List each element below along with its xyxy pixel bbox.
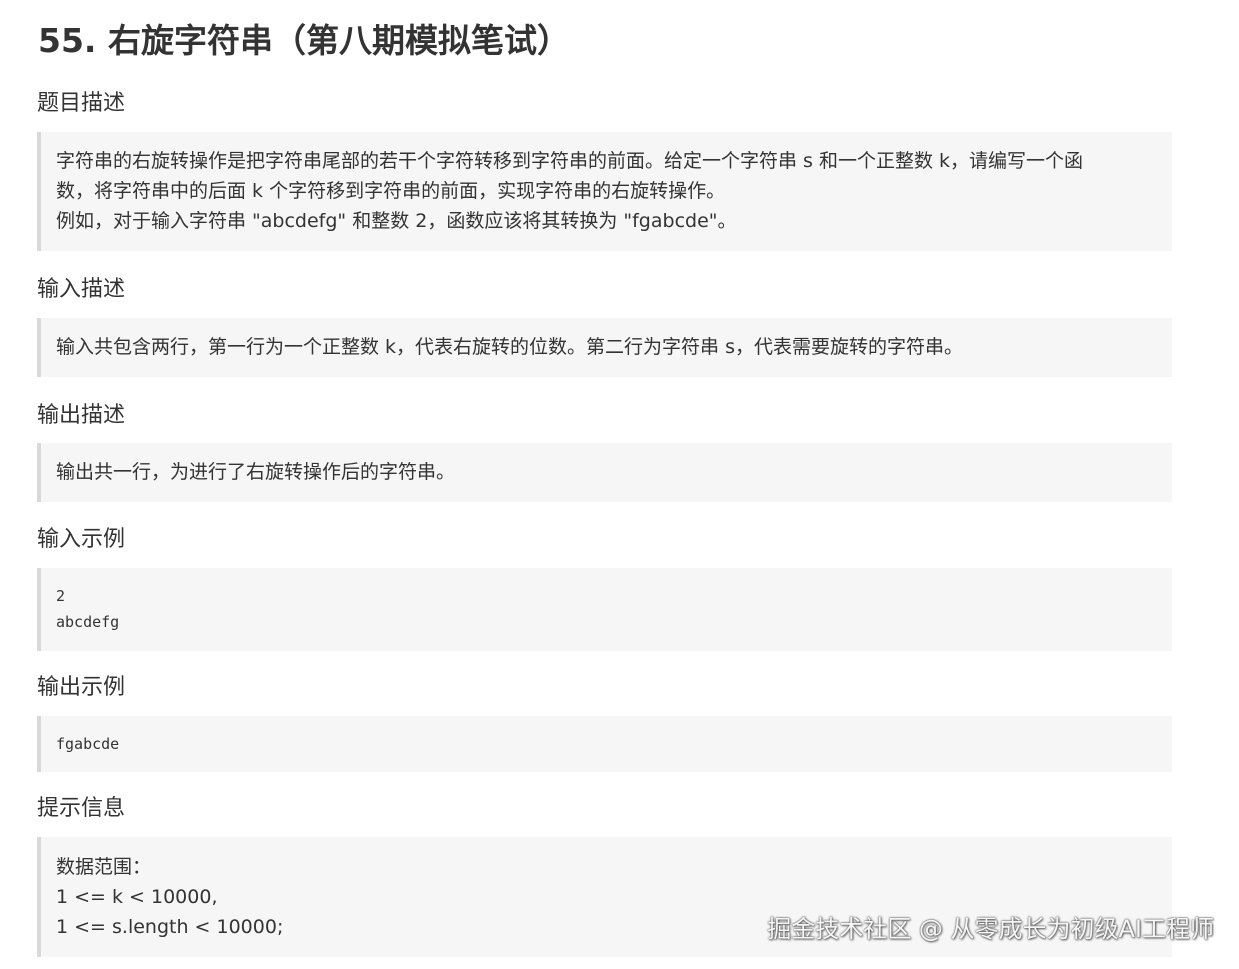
description-line: 数，将字符串中的后面 k 个字符移到字符串的前面，实现字符串的右旋转操作。 — [56, 180, 726, 202]
description-heading: 题目描述 — [37, 91, 126, 116]
input-description-line: 输入共包含两行，第一行为一个正整数 k，代表右旋转的位数。第二行为字符串 s，代… — [56, 336, 963, 358]
problem-page: 55. 右旋字符串（第八期模拟笔试） 题目描述 字符串的右旋转操作是把字符串尾部… — [0, 0, 1239, 969]
input-description-heading: 输入描述 — [37, 277, 126, 302]
description-line: 例如，对于输入字符串 "abcdefg" 和整数 2，函数应该将其转换为 "fg… — [56, 210, 737, 232]
input-description-box: 输入共包含两行，第一行为一个正整数 k，代表右旋转的位数。第二行为字符串 s，代… — [37, 318, 1172, 377]
input-example-code-block: 2 abcdefg — [37, 568, 1172, 651]
output-example-code: fgabcde — [56, 735, 120, 753]
description-box: 字符串的右旋转操作是把字符串尾部的若干个字符转移到字符串的前面。给定一个字符串 … — [37, 132, 1172, 251]
output-example-heading: 输出示例 — [37, 675, 126, 700]
output-description-line: 输出共一行，为进行了右旋转操作后的字符串。 — [56, 461, 456, 483]
page-title: 55. 右旋字符串（第八期模拟笔试） — [38, 21, 570, 60]
input-example-code: 2 abcdefg — [56, 587, 120, 631]
input-example-heading: 输入示例 — [37, 527, 126, 552]
hint-heading: 提示信息 — [37, 796, 126, 821]
hint-line: 数据范围： — [56, 856, 152, 878]
watermark: 掘金技术社区 @ 从零成长为初级AI工程师 — [767, 915, 1214, 943]
output-description-box: 输出共一行，为进行了右旋转操作后的字符串。 — [37, 443, 1172, 502]
description-line: 字符串的右旋转操作是把字符串尾部的若干个字符转移到字符串的前面。给定一个字符串 … — [56, 150, 1084, 172]
output-example-code-block: fgabcde — [37, 716, 1172, 772]
hint-line: 1 <= k < 10000, — [56, 886, 218, 908]
output-description-heading: 输出描述 — [37, 403, 126, 428]
